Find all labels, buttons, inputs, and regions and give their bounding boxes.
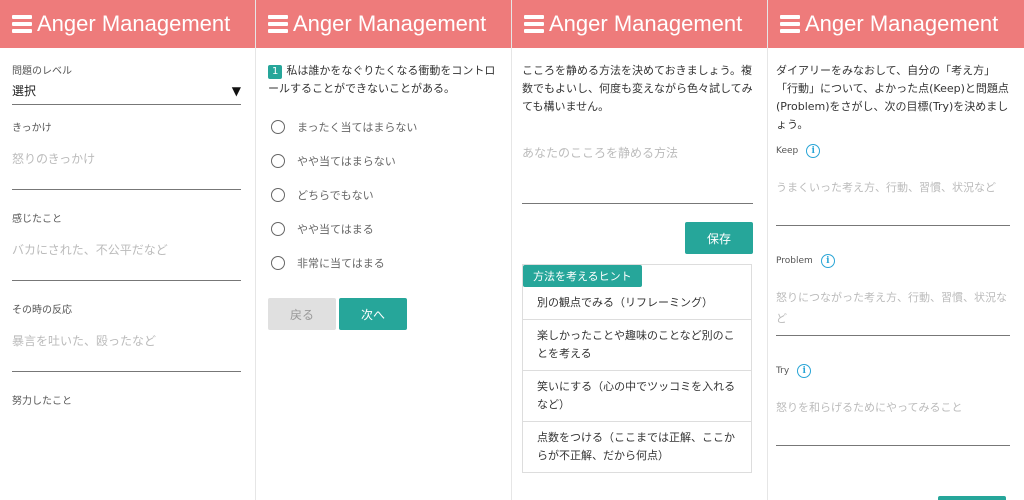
info-icon[interactable]: i <box>797 364 812 378</box>
screen-calm-method: Anger Management こころを静める方法を決めておきましょう。複数で… <box>512 0 768 500</box>
answer-option-label: 非常に当てはまる <box>297 257 385 270</box>
radio-button-icon[interactable] <box>271 154 285 168</box>
screen-diary-entry: Anger Management 問題のレベル 選択 ▼ きっかけ 怒りのきっか… <box>0 0 256 500</box>
hint-card: 方法を考えるヒント 別の観点でみる（リフレーミング） 楽しかったことや趣味のこと… <box>522 264 752 473</box>
hamburger-menu-icon[interactable] <box>780 15 800 33</box>
nav-buttons: 戻る 次へ <box>268 298 497 330</box>
try-field[interactable]: 怒りを和らげるためにやってみること <box>776 378 1010 446</box>
question-number-badge: 1 <box>268 65 283 79</box>
feeling-label: 感じたこと <box>12 214 62 225</box>
dropdown-arrow-icon: ▼ <box>231 83 241 98</box>
app-title: Anger Management <box>293 11 487 36</box>
hint-item[interactable]: 点数をつける（ここまでは正解、ここからが不正解、だから何点） <box>523 422 751 472</box>
app-bar: Anger Management <box>768 0 1024 48</box>
trigger-placeholder: 怒りのきっかけ <box>12 152 96 166</box>
question: 1 私は誰かをなぐりたくなる衝動をコントロールすることができないことがある。 <box>268 62 497 98</box>
back-button[interactable]: 戻る <box>268 298 336 330</box>
hamburger-menu-icon[interactable] <box>524 15 544 33</box>
calm-intro-text: こころを静める方法を決めておきましょう。複数でもよいし、何度も変えながら色々試し… <box>522 64 753 113</box>
hamburger-menu-icon[interactable] <box>12 15 32 33</box>
radio-button-icon[interactable] <box>271 222 285 236</box>
problem-label-row: Problem i <box>776 254 1010 268</box>
info-icon[interactable]: i <box>806 144 821 158</box>
question-text: 私は誰かをなぐりたくなる衝動をコントロールすることができないことがある。 <box>268 64 496 95</box>
calm-method-placeholder: あなたのこころを静める方法 <box>522 146 679 160</box>
problem-placeholder: 怒りにつながった考え方、行動、習慣、状況など <box>776 291 1007 325</box>
try-label-row: Try i <box>776 364 1010 378</box>
trigger-field[interactable]: 怒りのきっかけ <box>12 134 241 190</box>
info-icon[interactable]: i <box>820 254 835 268</box>
answer-option[interactable]: どちらでもない <box>268 178 497 212</box>
keep-label: Keep <box>776 146 799 156</box>
level-select[interactable]: 選択 ▼ <box>12 77 241 105</box>
hamburger-menu-icon[interactable] <box>268 15 288 33</box>
radio-button-icon[interactable] <box>271 120 285 134</box>
radio-button-icon[interactable] <box>271 256 285 270</box>
keep-label-row: Keep i <box>776 144 1010 158</box>
app-title: Anger Management <box>37 11 231 36</box>
answer-option-label: やや当てはまる <box>297 223 374 236</box>
app-title: Anger Management <box>805 11 999 36</box>
reaction-label: その時の反応 <box>12 305 72 316</box>
answer-option-label: やや当てはまらない <box>297 155 396 168</box>
reaction-field[interactable]: 暴言を吐いた、殴ったなど <box>12 316 241 372</box>
answer-options: まったく当てはまらない やや当てはまらない どちらでもない やや当てはまる 非常… <box>268 110 497 280</box>
radio-button-icon[interactable] <box>271 188 285 202</box>
problem-field[interactable]: 怒りにつながった考え方、行動、習慣、状況など <box>776 268 1010 336</box>
hint-item[interactable]: 別の観点でみる（リフレーミング） <box>523 287 751 320</box>
reaction-placeholder: 暴言を吐いた、殴ったなど <box>12 334 157 348</box>
next-button[interactable]: 次へ <box>339 298 407 330</box>
feeling-placeholder: バカにされた、不公平だなど <box>12 243 168 257</box>
hint-title-badge: 方法を考えるヒント <box>523 265 642 287</box>
level-label: 問題のレベル <box>12 66 72 77</box>
diary-form: 問題のレベル 選択 ▼ きっかけ 怒りのきっかけ 感じたこと バカにされた、不公… <box>0 62 255 407</box>
answer-option[interactable]: やや当てはまらない <box>268 144 497 178</box>
calm-method-field[interactable]: あなたのこころを静める方法 <box>522 142 753 204</box>
screen-questionnaire: Anger Management 1 私は誰かをなぐりたくなる衝動をコントロールす… <box>256 0 512 500</box>
feeling-field[interactable]: バカにされた、不公平だなど <box>12 225 241 281</box>
keep-placeholder: うまくいった考え方、行動、習慣、状況など <box>776 181 996 194</box>
answer-option-label: まったく当てはまらない <box>297 121 418 134</box>
save-row: 保存 <box>522 222 753 254</box>
kpt-body: ダイアリーをみなおして、自分の「考え方」「行動」について、よかった点(Keep)… <box>768 48 1024 446</box>
calm-method-body: こころを静める方法を決めておきましょう。複数でもよいし、何度も変えながら色々試し… <box>512 48 767 473</box>
save-button-partial[interactable] <box>938 496 1006 500</box>
hint-item[interactable]: 笑いにする（心の中でツッコミを入れるなど） <box>523 371 751 422</box>
hint-item[interactable]: 楽しかったことや趣味のことなど別のことを考える <box>523 320 751 371</box>
problem-label: Problem <box>776 256 813 266</box>
screens-container: Anger Management 問題のレベル 選択 ▼ きっかけ 怒りのきっか… <box>0 0 1024 500</box>
screen-kpt-review: Anger Management ダイアリーをみなおして、自分の「考え方」「行動… <box>768 0 1024 500</box>
app-bar: Anger Management <box>512 0 767 48</box>
save-button[interactable]: 保存 <box>685 222 753 254</box>
try-label: Try <box>776 366 790 376</box>
questionnaire-body: 1 私は誰かをなぐりたくなる衝動をコントロールすることができないことがある。 まっ… <box>256 48 511 330</box>
answer-option[interactable]: まったく当てはまらない <box>268 110 497 144</box>
try-placeholder: 怒りを和らげるためにやってみること <box>776 401 963 414</box>
effort-label: 努力したこと <box>12 396 72 407</box>
level-select-value: 選択 <box>12 84 37 98</box>
answer-option[interactable]: 非常に当てはまる <box>268 246 497 280</box>
app-title: Anger Management <box>549 11 743 36</box>
app-bar: Anger Management <box>0 0 255 48</box>
trigger-label: きっかけ <box>12 123 52 134</box>
app-bar: Anger Management <box>256 0 511 48</box>
answer-option-label: どちらでもない <box>297 189 374 202</box>
answer-option[interactable]: やや当てはまる <box>268 212 497 246</box>
keep-field[interactable]: うまくいった考え方、行動、習慣、状況など <box>776 158 1010 226</box>
kpt-intro-text: ダイアリーをみなおして、自分の「考え方」「行動」について、よかった点(Keep)… <box>776 64 1009 131</box>
